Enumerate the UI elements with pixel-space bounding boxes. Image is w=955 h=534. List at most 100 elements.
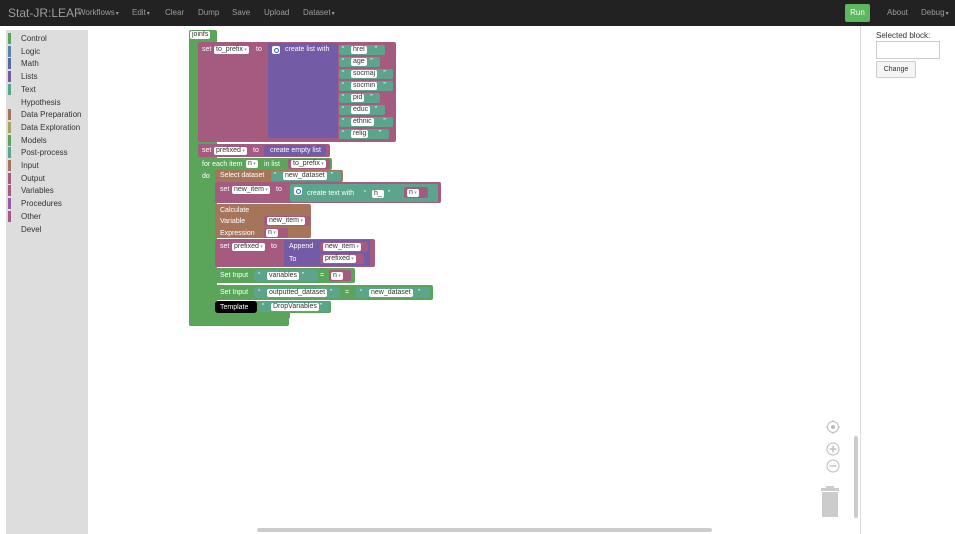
quote-open: “ [342, 82, 345, 89]
new-item-get-dropdown[interactable]: new_item [323, 243, 361, 251]
new-item-get-dropdown[interactable]: new_item [267, 217, 305, 225]
list-item-text-field[interactable]: hrel [351, 46, 367, 54]
list-item-text-block[interactable]: “ relig ” [339, 129, 389, 139]
outputted-dataset-text-field[interactable]: outputted_dataset [267, 289, 328, 297]
procedure-block-footer [189, 318, 289, 326]
quote-open: “ [258, 272, 261, 279]
about-link[interactable]: About [887, 8, 908, 17]
quote-close: ” [370, 94, 373, 101]
category-label: Procedures [21, 199, 62, 209]
quote-close: ” [331, 172, 334, 179]
horizontal-scrollbar[interactable] [257, 528, 712, 532]
mutator-gear-icon[interactable] [294, 187, 302, 195]
toolbox-category-data-exploration[interactable]: Data Exploration [8, 121, 86, 133]
prefixed-get-dropdown[interactable]: prefixed [323, 255, 356, 263]
list-item-text-field[interactable]: socmin [351, 82, 378, 90]
debug-menu[interactable]: Debug▾ [921, 8, 949, 17]
change-button[interactable]: Change [876, 61, 916, 78]
list-item-text-block[interactable]: “ hrel ” [339, 45, 385, 55]
quote-open: “ [342, 94, 345, 101]
new-dataset-text-field[interactable]: new_dataset [369, 289, 413, 297]
dump-button[interactable]: Dump [198, 8, 219, 17]
toolbox-category-text[interactable]: Text [8, 83, 86, 95]
upload-button[interactable]: Upload [264, 8, 289, 17]
zoom-out-icon[interactable] [826, 459, 840, 473]
list-item-text-block[interactable]: “ ethnic ” [339, 117, 394, 127]
list-item-text-field[interactable]: pid [351, 94, 365, 102]
prefixed-var-dropdown[interactable]: prefixed [232, 243, 265, 251]
list-item-text-field[interactable]: relig [351, 130, 369, 138]
to-prefix-var-dropdown[interactable]: to_prefix [214, 46, 249, 54]
workflows-menu[interactable]: Workflows▾ [78, 8, 119, 17]
toolbox-category-logic[interactable]: Logic [8, 45, 86, 57]
procedure-name-field[interactable]: joinfs [190, 31, 211, 39]
toolbox-category-post-process[interactable]: Post-process [8, 147, 86, 159]
new-item-var-dropdown[interactable]: new_item [232, 186, 270, 194]
list-item-text-block[interactable]: “ socmaj ” [339, 69, 394, 79]
vertical-scrollbar[interactable] [854, 436, 858, 518]
toolbox-category-data-preparation[interactable]: Data Preparation [8, 109, 86, 121]
properties-panel: Selected block: Change [860, 26, 955, 534]
toolbox-category-math[interactable]: Math [8, 58, 86, 70]
category-color-swatch [8, 121, 11, 133]
quote-close: ” [320, 303, 323, 310]
mutator-gear-icon[interactable] [272, 46, 280, 54]
n-var-dropdown[interactable]: n [331, 272, 343, 280]
category-label: Other [21, 211, 42, 221]
quote-close: ” [370, 58, 373, 65]
category-color-swatch [8, 83, 11, 95]
category-label: Input [21, 161, 39, 170]
new-dataset-text-field[interactable]: new_dataset [283, 172, 327, 180]
trash-icon[interactable] [821, 486, 839, 517]
selected-block-input[interactable] [876, 41, 940, 59]
expression-label: Expression [220, 230, 255, 237]
list-item-text-block[interactable]: “ socmin ” [339, 81, 394, 91]
app-brand[interactable]: Stat-JR:LEAF [8, 6, 81, 20]
variables-text-field[interactable]: variables [267, 272, 300, 280]
toolbox-category-control[interactable]: Control [8, 33, 86, 44]
n-var-dropdown[interactable]: n [407, 189, 419, 197]
n-var-dropdown[interactable]: n [266, 229, 278, 237]
list-item-text-field[interactable]: educ [351, 106, 371, 114]
run-button[interactable]: Run [845, 4, 870, 22]
list-item-text-block[interactable]: “ age” [339, 57, 381, 67]
drop-variables-text-field[interactable]: DropVariables [271, 303, 319, 311]
category-label: Lists [21, 72, 38, 82]
toolbox-category-lists[interactable]: Lists [8, 71, 86, 83]
prefix-text-field[interactable]: h_ [372, 190, 384, 198]
category-color-swatch [8, 210, 11, 222]
toolbox-category-hypothesis[interactable]: Hypothesis [8, 97, 86, 108]
list-item-text-field[interactable]: socmaj [351, 70, 378, 78]
recenter-icon[interactable] [826, 420, 840, 434]
edit-menu[interactable]: Edit▾ [132, 8, 150, 17]
dataset-menu[interactable]: Dataset▾ [303, 8, 335, 17]
create-empty-list-label: create empty list [270, 147, 321, 154]
toolbox-category-variables[interactable]: Variables [8, 185, 86, 197]
toolbox-category-procedures[interactable]: Procedures [8, 198, 86, 210]
to-keyword: to [256, 46, 262, 53]
toolbox-category-input[interactable]: Input [8, 160, 86, 171]
list-item-text-field[interactable]: ethnic [351, 118, 374, 126]
list-item-text-block[interactable]: “ pid ” [339, 93, 381, 103]
quote-open: “ [342, 130, 345, 137]
quote-close: ” [379, 130, 382, 137]
toolbox-category-devel[interactable]: Devel [8, 224, 86, 235]
top-navbar: Stat-JR:LEAF Workflows▾ Edit▾ Clear Dump… [0, 0, 955, 26]
toolbox-category-output[interactable]: Output [8, 172, 86, 184]
quote-close: ” [374, 46, 377, 53]
category-color-swatch [8, 198, 11, 210]
zoom-in-icon[interactable] [826, 442, 840, 456]
prefixed-var-dropdown[interactable]: prefixed [214, 147, 247, 155]
list-item-text-block[interactable]: “ educ” [339, 105, 385, 115]
clear-button[interactable]: Clear [165, 8, 184, 17]
list-item-text-field[interactable]: age [351, 58, 367, 66]
toolbox-category-models[interactable]: Models [8, 134, 86, 146]
to-keyword: to [276, 186, 282, 193]
category-color-swatch [8, 185, 11, 197]
save-button[interactable]: Save [232, 8, 250, 17]
to-prefix-get-dropdown[interactable]: to_prefix [291, 160, 326, 168]
loop-var-dropdown[interactable]: n [246, 160, 258, 168]
create-list-block[interactable] [268, 43, 338, 138]
to-cap-label: To [289, 256, 297, 263]
toolbox-category-other[interactable]: Other [8, 210, 86, 222]
